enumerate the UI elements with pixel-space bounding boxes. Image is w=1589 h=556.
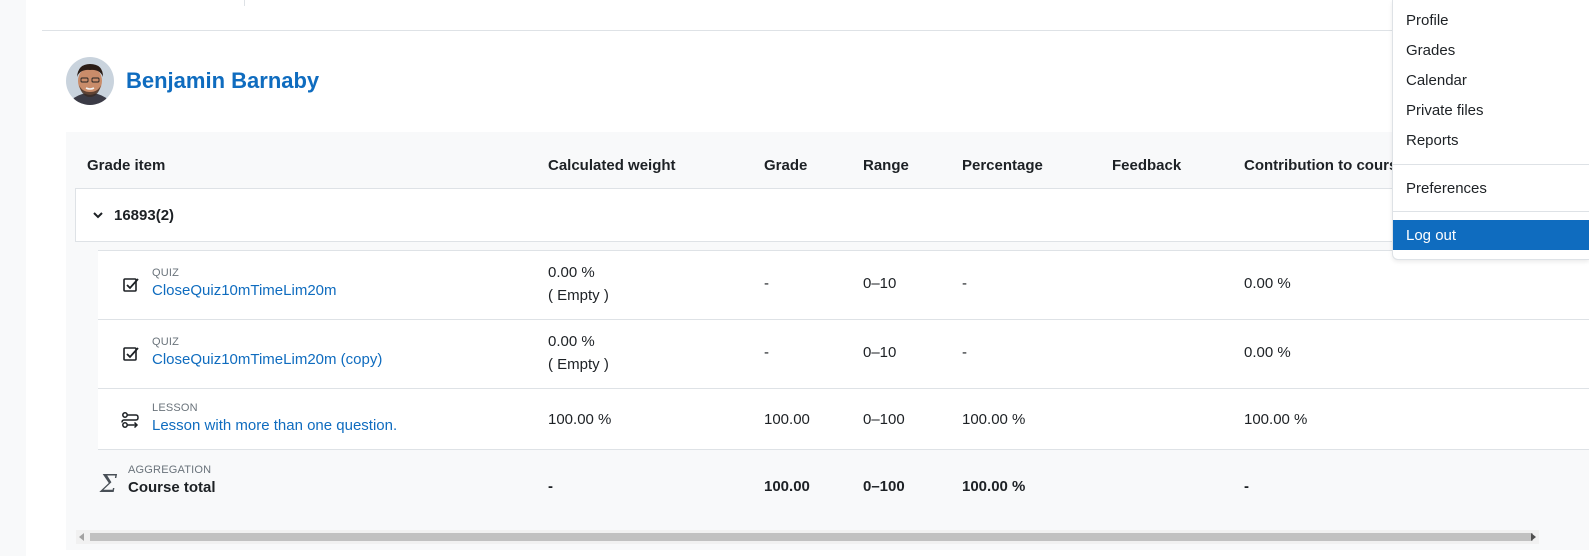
grade-item-link[interactable]: Lesson with more than one question.: [152, 417, 397, 434]
chevron-down-icon[interactable]: [92, 209, 104, 221]
table-row: LESSON Lesson with more than one questio…: [98, 388, 1589, 450]
user-name-link[interactable]: Benjamin Barnaby: [126, 68, 319, 94]
horizontal-scrollbar[interactable]: [76, 530, 1539, 544]
total-range: 0–100: [863, 478, 905, 495]
weight-note: ( Empty ): [548, 355, 609, 373]
item-type-label: QUIZ: [152, 336, 180, 348]
menu-item-reports[interactable]: Reports: [1393, 125, 1589, 155]
percentage-value: 100.00 %: [962, 411, 1026, 428]
header-divider: [42, 30, 1589, 31]
item-type-label: QUIZ: [152, 267, 180, 279]
percentage-value: -: [962, 344, 967, 361]
menu-item-profile[interactable]: Profile: [1393, 5, 1589, 35]
menu-item-grades[interactable]: Grades: [1393, 35, 1589, 65]
header-feedback[interactable]: Feedback: [1112, 157, 1181, 174]
user-menu-dropdown: Profile Grades Calendar Private files Re…: [1392, 0, 1589, 260]
menu-item-preferences[interactable]: Preferences: [1393, 173, 1589, 203]
category-row[interactable]: 16893(2): [75, 188, 1589, 242]
grade-item-link[interactable]: CloseQuiz10mTimeLim20m (copy): [152, 351, 382, 368]
grade-report-table: Grade item Calculated weight Grade Range…: [66, 132, 1589, 550]
sigma-icon: Σ: [100, 470, 117, 498]
weight-value: 0.00 %: [548, 264, 595, 281]
total-weight: -: [548, 478, 553, 495]
grade-item-link[interactable]: CloseQuiz10mTimeLim20m: [152, 282, 337, 299]
table-row: QUIZ CloseQuiz10mTimeLim20m 0.00 % ( Emp…: [98, 250, 1589, 319]
grade-value: -: [764, 275, 769, 292]
total-grade: 100.00: [764, 478, 810, 495]
scroll-left-icon[interactable]: [79, 533, 84, 541]
scrollbar-thumb[interactable]: [90, 533, 1533, 541]
lesson-icon: [121, 412, 139, 429]
category-label: 16893(2): [114, 206, 175, 224]
menu-item-calendar[interactable]: Calendar: [1393, 65, 1589, 95]
menu-divider: [1393, 164, 1589, 165]
nav-divider: [244, 0, 245, 6]
menu-item-log-out[interactable]: Log out: [1393, 220, 1589, 250]
total-contribution: -: [1244, 478, 1249, 495]
header-range[interactable]: Range: [863, 157, 909, 174]
scroll-right-icon[interactable]: [1531, 533, 1536, 541]
header-calculated-weight[interactable]: Calculated weight: [548, 157, 676, 174]
header-contribution[interactable]: Contribution to cours: [1244, 157, 1397, 174]
range-value: 0–10: [863, 275, 897, 292]
table-row: QUIZ CloseQuiz10mTimeLim20m (copy) 0.00 …: [98, 319, 1589, 388]
contribution-value: 0.00 %: [1244, 344, 1291, 361]
grade-value: 100.00: [764, 411, 810, 428]
total-type-label: AGGREGATION: [128, 464, 212, 476]
menu-item-private-files[interactable]: Private files: [1393, 95, 1589, 125]
avatar[interactable]: [66, 57, 114, 105]
header-grade[interactable]: Grade: [764, 157, 807, 174]
quiz-icon: [123, 347, 139, 361]
weight-value: 100.00 %: [548, 411, 612, 428]
range-value: 0–10: [863, 344, 897, 361]
header-percentage[interactable]: Percentage: [962, 157, 1043, 174]
user-header: Benjamin Barnaby: [66, 56, 319, 106]
contribution-value: 0.00 %: [1244, 275, 1291, 292]
course-total-label: Course total: [128, 479, 216, 497]
quiz-icon: [123, 278, 139, 292]
grade-value: -: [764, 344, 769, 361]
course-total-row: Σ AGGREGATION Course total - 100.00 0–10…: [98, 450, 1589, 522]
total-percentage: 100.00 %: [962, 478, 1026, 495]
percentage-value: -: [962, 275, 967, 292]
range-value: 0–100: [863, 411, 905, 428]
item-type-label: LESSON: [152, 402, 198, 414]
weight-note: ( Empty ): [548, 286, 609, 304]
weight-value: 0.00 %: [548, 333, 595, 350]
contribution-value: 100.00 %: [1244, 411, 1308, 428]
header-grade-item[interactable]: Grade item: [87, 157, 165, 174]
menu-divider: [1393, 211, 1589, 212]
